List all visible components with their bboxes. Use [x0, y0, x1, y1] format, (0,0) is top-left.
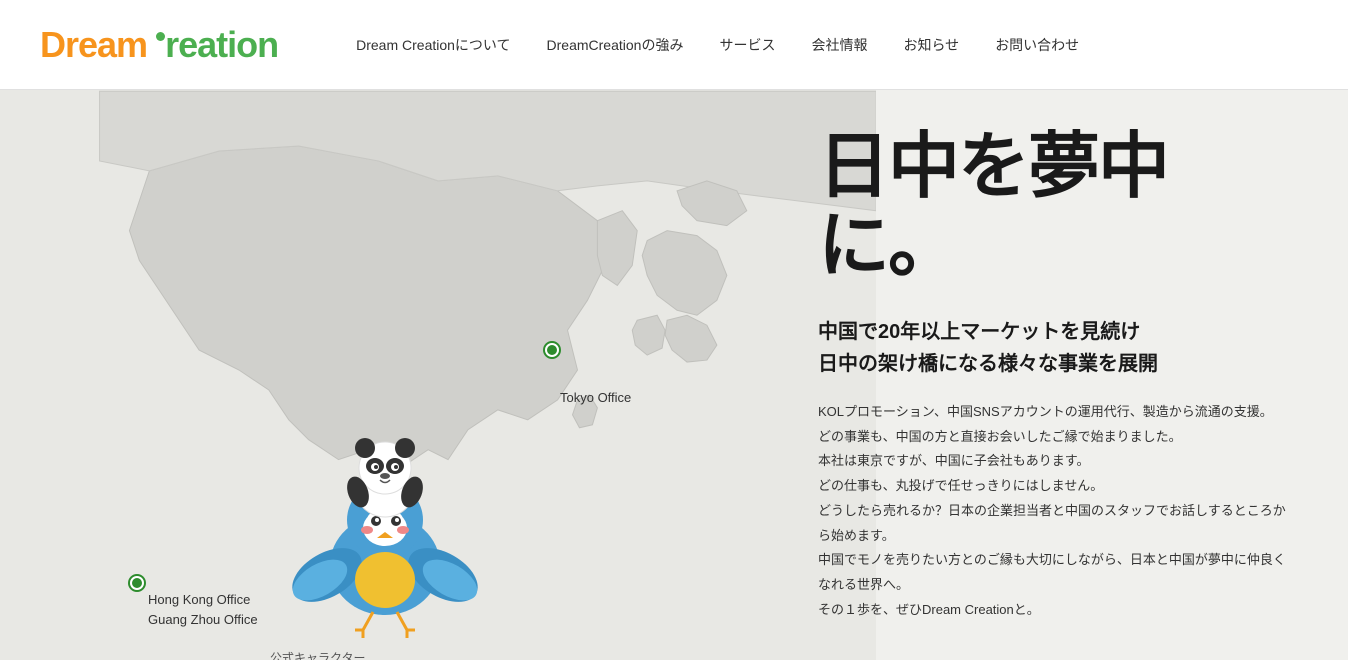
mascot-caption: 公式キャラクター PANDORI: [270, 649, 540, 660]
hk-dot: [130, 576, 144, 590]
main-nav: Dream Creationについて DreamCreationの強み サービス…: [338, 35, 1097, 55]
header: Dream reation Dream Creationについて DreamCr…: [0, 0, 1348, 90]
hero-text: 日中を夢中に。 中国で20年以上マーケットを見続け 日中の架け橋になる様々な事業…: [788, 90, 1348, 660]
tokyo-label: Tokyo Office: [560, 390, 631, 405]
hero-body: KOLプロモーション、中国SNSアカウントの運用代行、製造から流通の支援。 どの…: [818, 400, 1298, 622]
nav-company[interactable]: 会社情報: [793, 35, 885, 55]
nav-service[interactable]: サービス: [701, 35, 793, 55]
hero-subtitle: 中国で20年以上マーケットを見続け 日中の架け橋になる様々な事業を展開: [818, 316, 1298, 380]
hero-title: 日中を夢中に。: [818, 128, 1298, 286]
tokyo-dot: [545, 343, 559, 357]
nav-contact[interactable]: お問い合わせ: [977, 35, 1097, 55]
nav-news[interactable]: お知らせ: [885, 35, 977, 55]
logo[interactable]: Dream reation: [40, 24, 278, 66]
nav-about[interactable]: Dream Creationについて: [338, 35, 528, 55]
map-background: Tokyo Office Hong Kong Office Guang Zhou…: [0, 90, 876, 660]
mascot-illustration: [255, 420, 515, 640]
mascot-area: 公式キャラクター PANDORI: [230, 420, 540, 660]
hero-section: Tokyo Office Hong Kong Office Guang Zhou…: [0, 90, 1348, 660]
nav-strength[interactable]: DreamCreationの強み: [529, 35, 702, 55]
